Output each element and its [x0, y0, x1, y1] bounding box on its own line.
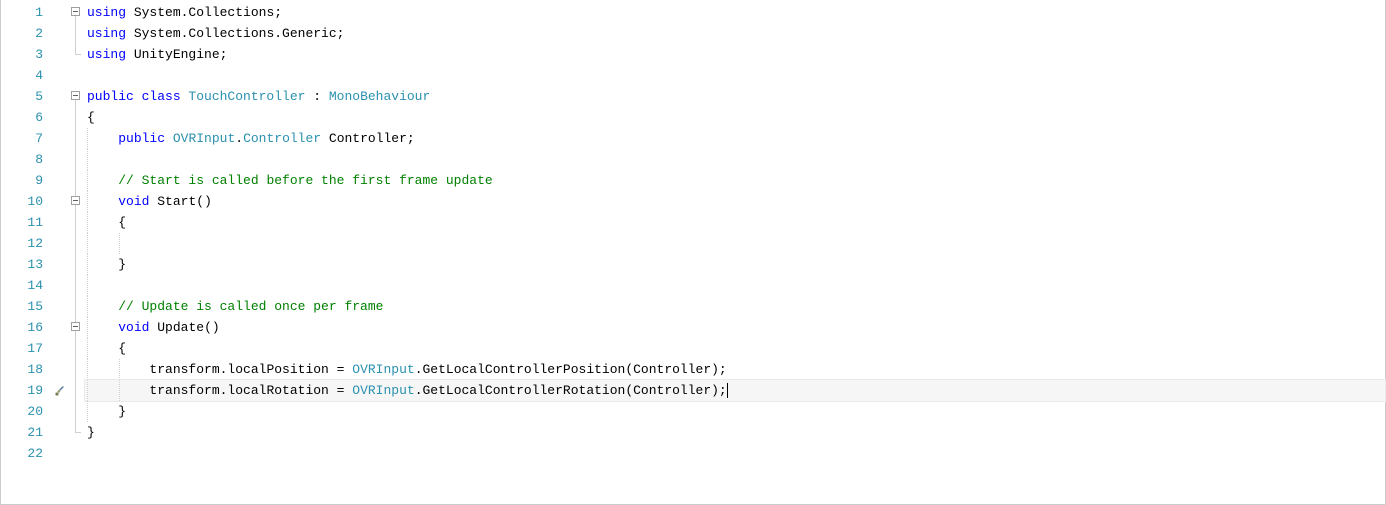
code-line[interactable]: } [85, 401, 1385, 422]
code-editor[interactable]: 1 2 3 4 5 6 7 8 9 10 11 12 13 14 15 16 1… [0, 0, 1386, 505]
line-number-gutter: 1 2 3 4 5 6 7 8 9 10 11 12 13 14 15 16 1… [1, 0, 51, 504]
code-line[interactable]: using UnityEngine; [85, 44, 1385, 65]
code-line[interactable]: void Update() [85, 317, 1385, 338]
line-number: 20 [1, 401, 51, 422]
line-number: 4 [1, 65, 51, 86]
code-line[interactable] [85, 149, 1385, 170]
code-line[interactable] [85, 233, 1385, 254]
code-line-active[interactable]: transform.localRotation = OVRInput.GetLo… [85, 380, 1385, 401]
code-line[interactable] [85, 443, 1385, 464]
line-number: 6 [1, 107, 51, 128]
fold-toggle-icon[interactable] [71, 91, 80, 100]
code-line[interactable]: public class TouchController : MonoBehav… [85, 86, 1385, 107]
line-number: 14 [1, 275, 51, 296]
line-number: 8 [1, 149, 51, 170]
line-number: 16 [1, 317, 51, 338]
code-line[interactable]: // Start is called before the first fram… [85, 170, 1385, 191]
code-line[interactable]: using System.Collections; [85, 2, 1385, 23]
line-number: 7 [1, 128, 51, 149]
code-line[interactable] [85, 275, 1385, 296]
fold-toggle-icon[interactable] [71, 196, 80, 205]
line-number: 15 [1, 296, 51, 317]
code-line[interactable]: public OVRInput.Controller Controller; [85, 128, 1385, 149]
code-area[interactable]: using System.Collections; using System.C… [85, 0, 1385, 504]
code-line[interactable] [85, 65, 1385, 86]
code-line[interactable]: } [85, 422, 1385, 443]
fold-toggle-icon[interactable] [71, 322, 80, 331]
code-line[interactable]: } [85, 254, 1385, 275]
line-number: 21 [1, 422, 51, 443]
code-line[interactable]: void Start() [85, 191, 1385, 212]
marker-margin[interactable] [51, 0, 69, 504]
line-number: 17 [1, 338, 51, 359]
line-number: 13 [1, 254, 51, 275]
line-number: 5 [1, 86, 51, 107]
line-number: 22 [1, 443, 51, 464]
line-number: 11 [1, 212, 51, 233]
code-line[interactable]: { [85, 107, 1385, 128]
code-line[interactable]: { [85, 338, 1385, 359]
code-line[interactable]: transform.localPosition = OVRInput.GetLo… [85, 359, 1385, 380]
code-line[interactable]: { [85, 212, 1385, 233]
code-line[interactable]: using System.Collections.Generic; [85, 23, 1385, 44]
line-number: 3 [1, 44, 51, 65]
outline-margin[interactable] [69, 0, 85, 504]
quick-actions-icon[interactable] [51, 380, 69, 401]
text-caret [727, 383, 728, 398]
line-number: 19 [1, 380, 51, 401]
fold-toggle-icon[interactable] [71, 7, 80, 16]
line-number: 12 [1, 233, 51, 254]
line-number: 9 [1, 170, 51, 191]
line-number: 10 [1, 191, 51, 212]
code-line[interactable]: // Update is called once per frame [85, 296, 1385, 317]
line-number: 18 [1, 359, 51, 380]
line-number: 2 [1, 23, 51, 44]
line-number: 1 [1, 2, 51, 23]
